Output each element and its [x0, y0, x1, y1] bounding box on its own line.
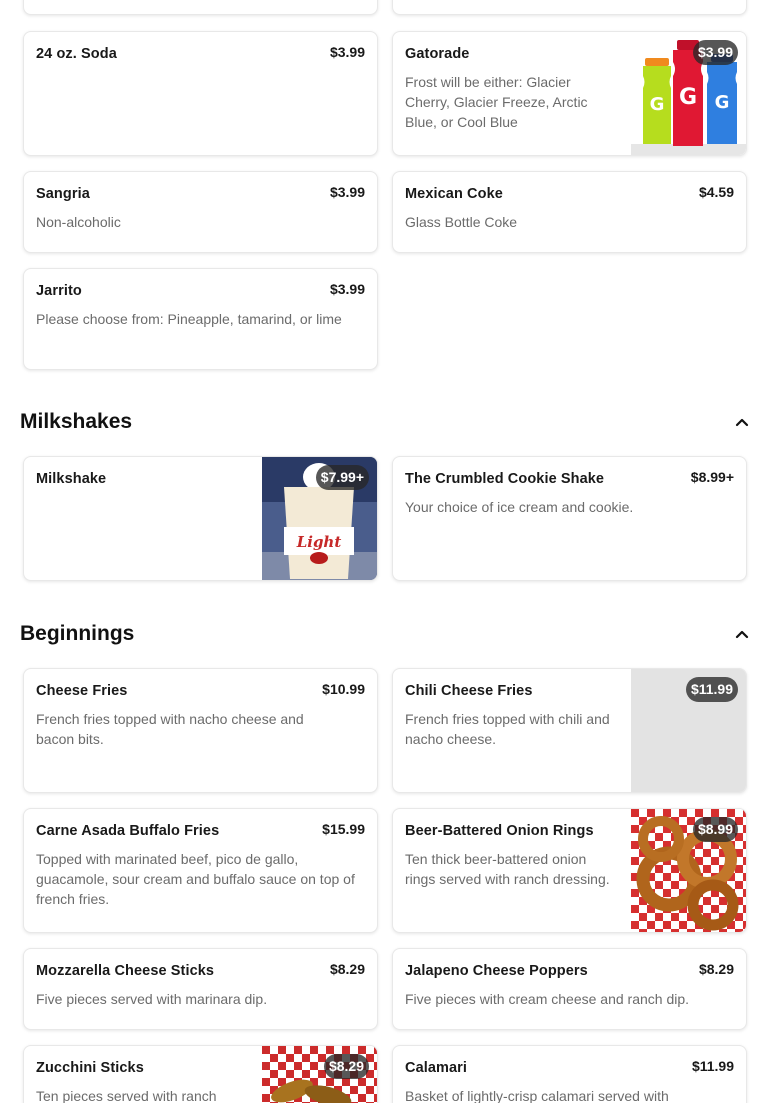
- menu-item-card[interactable]: Jalapeno Cheese Poppers Five pieces with…: [392, 948, 747, 1030]
- svg-text:G: G: [715, 92, 730, 113]
- item-price: $8.29: [698, 961, 734, 977]
- menu-item-card[interactable]: Calamari Basket of lightly-crisp calamar…: [392, 1045, 747, 1103]
- menu-item-card[interactable]: Jarrito Please choose from: Pineapple, t…: [23, 268, 378, 370]
- item-description: Five pieces served with marinara dip.: [36, 991, 268, 1007]
- item-description: Please choose from: Pineapple, tamarind,…: [36, 311, 342, 327]
- gatorade-bottles-image: G G G $3.99: [631, 32, 746, 155]
- item-name: The Crumbled Cookie Shake: [405, 471, 605, 487]
- item-name: Jarrito: [36, 283, 82, 299]
- item-price: $8.29: [329, 961, 365, 977]
- milkshake-cup-image: Light $7.99+: [262, 457, 377, 580]
- zucchini-sticks-image: $8.29: [262, 1046, 377, 1103]
- menu-item-card[interactable]: Beer-Battered Onion Rings Ten thick beer…: [392, 808, 747, 933]
- item-price: $3.99: [329, 44, 365, 60]
- menu-item-card[interactable]: Carne Asada Buffalo Fries Topped with ma…: [23, 808, 378, 933]
- item-description: Ten pieces served with ranch: [36, 1088, 217, 1103]
- item-name: Zucchini Sticks: [36, 1060, 144, 1076]
- menu-item-card[interactable]: Sangria Non-alcoholic $3.99: [23, 171, 378, 253]
- menu-item-card[interactable]: [392, 0, 747, 15]
- menu-item-card[interactable]: Zucchini Sticks Ten pieces served with r…: [23, 1045, 378, 1103]
- item-price: $8.29: [323, 1054, 369, 1079]
- menu-item-card[interactable]: [23, 0, 378, 15]
- item-name: Mexican Coke: [405, 186, 503, 202]
- item-price: $11.99: [685, 677, 738, 702]
- menu-item-card[interactable]: Milkshake Light $7.99+: [23, 456, 378, 581]
- item-name: Calamari: [405, 1060, 468, 1076]
- menu-item-card[interactable]: Gatorade Frost will be either: Glacier C…: [392, 31, 747, 156]
- item-price: $11.99: [691, 1058, 734, 1074]
- item-price: $4.59: [698, 184, 734, 200]
- svg-text:G: G: [650, 94, 665, 115]
- item-price: $10.99: [322, 681, 365, 697]
- menu-item-card[interactable]: Cheese Fries French fries topped with na…: [23, 668, 378, 793]
- item-description: French fries topped with nacho cheese an…: [36, 711, 304, 747]
- item-price: $8.99+: [690, 469, 734, 485]
- menu-item-card[interactable]: The Crumbled Cookie Shake Your choice of…: [392, 456, 747, 581]
- item-name: Beer-Battered Onion Rings: [405, 823, 594, 839]
- menu-item-card[interactable]: 24 oz. Soda $3.99: [23, 31, 378, 156]
- item-name: Milkshake: [36, 471, 107, 487]
- svg-text:G: G: [679, 85, 697, 110]
- item-name: Sangria: [36, 186, 90, 202]
- item-description: French fries topped with chili and nacho…: [405, 711, 610, 747]
- chevron-up-icon[interactable]: [734, 626, 750, 642]
- item-description: Frost will be either: Glacier Cherry, Gl…: [405, 74, 588, 130]
- item-name: Cheese Fries: [36, 683, 128, 699]
- onion-rings-image: $8.99: [631, 809, 746, 932]
- item-description: Basket of lightly-crisp calamari served …: [405, 1088, 669, 1103]
- section-title-milkshakes: Milkshakes: [20, 410, 133, 433]
- item-name: Jalapeno Cheese Poppers: [405, 963, 588, 979]
- svg-text:Light: Light: [296, 533, 342, 551]
- item-price: $8.99: [692, 817, 738, 842]
- menu-item-card[interactable]: Mozzarella Cheese Sticks Five pieces ser…: [23, 948, 378, 1030]
- menu-item-card[interactable]: Chili Cheese Fries French fries topped w…: [392, 668, 747, 793]
- item-name: Carne Asada Buffalo Fries: [36, 823, 220, 839]
- item-description: Topped with marinated beef, pico de gall…: [36, 851, 355, 907]
- item-description: Glass Bottle Coke: [405, 214, 518, 230]
- item-price: $3.99: [329, 281, 365, 297]
- item-name: Gatorade: [405, 46, 470, 62]
- chevron-up-icon[interactable]: [734, 414, 750, 430]
- item-name: 24 oz. Soda: [36, 46, 117, 62]
- menu-item-card[interactable]: Mexican Coke Glass Bottle Coke $4.59: [392, 171, 747, 253]
- item-description: Non-alcoholic: [36, 214, 121, 230]
- item-price: $7.99+: [315, 465, 369, 490]
- item-description: Your choice of ice cream and cookie.: [405, 499, 634, 515]
- item-description: Ten thick beer-battered onion rings serv…: [405, 851, 610, 887]
- item-price: $3.99: [692, 40, 738, 65]
- placeholder-image: $11.99: [631, 669, 746, 792]
- item-description: Five pieces with cream cheese and ranch …: [405, 991, 690, 1007]
- item-price: $15.99: [322, 821, 365, 837]
- section-title-beginnings: Beginnings: [20, 622, 135, 645]
- item-price: $3.99: [329, 184, 365, 200]
- item-name: Chili Cheese Fries: [405, 683, 533, 699]
- item-name: Mozzarella Cheese Sticks: [36, 963, 215, 979]
